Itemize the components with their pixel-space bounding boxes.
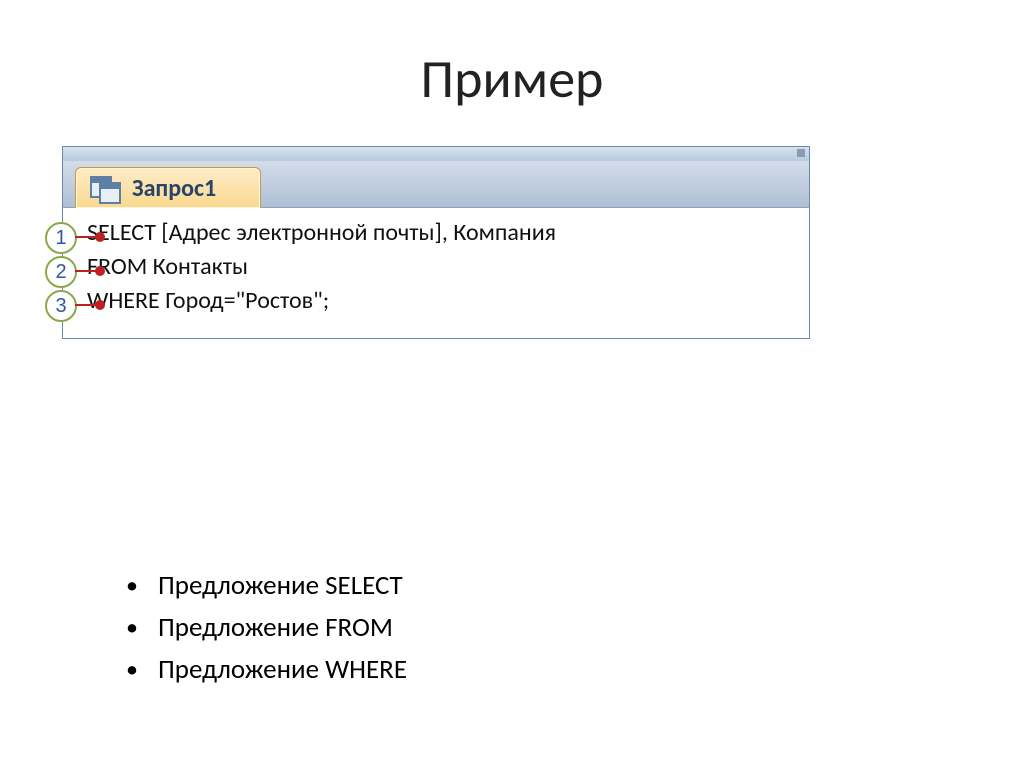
sql-line-2: FROM Контакты (87, 250, 809, 284)
slide-title: Пример (0, 46, 1024, 112)
bullet-list: Предложение SELECT Предложение FROM Пред… (76, 565, 407, 691)
list-item: Предложение FROM (116, 607, 407, 649)
sql-line-1: SELECT [Адрес электронной почты], Компан… (87, 216, 809, 250)
window-titlebar (62, 146, 810, 161)
sql-line-3: WHERE Город="Ростов"; (87, 284, 809, 318)
tab-strip: Запрос1 (62, 161, 810, 207)
query-tab: Запрос1 (75, 167, 261, 208)
callout-3: 3 (45, 290, 77, 322)
close-icon (797, 149, 805, 157)
slide: Пример Запрос1 SELECT [Адрес электронной… (0, 0, 1024, 768)
callout-markers: 1 2 3 (45, 222, 77, 324)
callout-2: 2 (45, 256, 77, 288)
sql-body: SELECT [Адрес электронной почты], Компан… (62, 207, 810, 339)
tab-label: Запрос1 (132, 174, 216, 203)
list-item: Предложение WHERE (116, 649, 407, 691)
query-icon (90, 175, 120, 201)
sql-editor-screenshot: Запрос1 SELECT [Адрес электронной почты]… (62, 146, 810, 339)
callout-1: 1 (45, 222, 77, 254)
list-item: Предложение SELECT (116, 565, 407, 607)
